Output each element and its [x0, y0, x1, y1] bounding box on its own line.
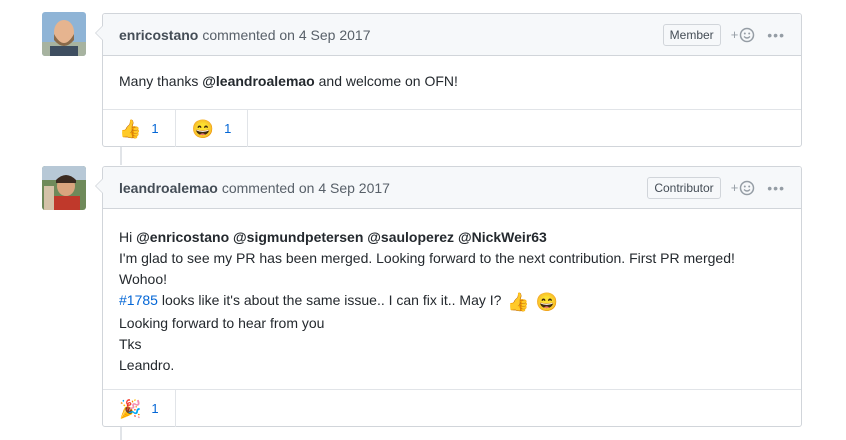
reaction-thumbs-up[interactable]: 👍 1 [103, 110, 176, 147]
reaction-count: 1 [151, 121, 159, 136]
thumbs-up-icon: 👍 [119, 118, 142, 139]
member-badge: Member [662, 23, 721, 46]
user-mention[interactable]: @sauloperez [367, 229, 454, 245]
more-options-icon[interactable]: ••• [767, 27, 785, 43]
reaction-tada[interactable]: 🎉 1 [103, 390, 176, 427]
user-mention[interactable]: @enricostano [136, 229, 229, 245]
smile-icon: 😄 [191, 118, 215, 139]
comment-timestamp[interactable]: commented on 4 Sep 2017 [202, 27, 370, 43]
comment-header: enricostano commented on 4 Sep 2017 Memb… [103, 14, 801, 56]
tada-icon: 🎉 [119, 398, 142, 419]
body-line: I'm glad to see my PR has been merged. L… [119, 250, 735, 266]
contributor-badge: Contributor [647, 176, 721, 199]
smiley-icon [740, 180, 755, 195]
comment-body: Many thanks @leandroalemao and welcome o… [103, 56, 801, 109]
body-line: Leandro. [119, 357, 175, 373]
reaction-count: 1 [151, 401, 159, 416]
reaction-count: 1 [224, 121, 232, 136]
thumbs-up-icon: 👍 [507, 292, 530, 312]
plus-icon: + [730, 27, 739, 42]
comment-body: Hi @enricostano @sigmundpetersen @saulop… [103, 209, 801, 389]
comment-timestamp[interactable]: commented on 4 Sep 2017 [222, 180, 390, 196]
body-text: and welcome on OFN! [314, 73, 458, 89]
more-options-icon[interactable]: ••• [767, 180, 785, 196]
issue-link[interactable]: #1785 [119, 292, 158, 308]
body-line: Tks [119, 336, 142, 352]
reactions-bar: 👍 1 😄 1 [103, 109, 801, 147]
body-line: Looking forward to hear from you [119, 315, 325, 331]
body-line: Hi @enricostano @sigmundpetersen @saulop… [119, 227, 785, 248]
smile-icon: 😄 [535, 292, 559, 312]
comment: leandroalemao commented on 4 Sep 2017 Co… [95, 166, 802, 427]
comment-author[interactable]: leandroalemao [119, 180, 218, 196]
body-text: Many thanks [119, 73, 203, 89]
user-mention[interactable]: @leandroalemao [202, 73, 314, 89]
user-mention[interactable]: @sigmundpetersen [233, 229, 363, 245]
reactions-bar: 🎉 1 [103, 389, 801, 427]
add-reaction-button[interactable]: + [731, 180, 756, 196]
timeline-connector [120, 427, 122, 440]
body-line: Wohoo! [119, 271, 167, 287]
avatar[interactable] [42, 166, 86, 210]
add-reaction-button[interactable]: + [731, 27, 756, 43]
avatar[interactable] [42, 12, 86, 56]
timeline-connector [120, 147, 122, 165]
comment-header: leandroalemao commented on 4 Sep 2017 Co… [103, 167, 801, 209]
comment-author[interactable]: enricostano [119, 27, 198, 43]
body-text: looks like it's about the same issue.. I… [157, 292, 502, 308]
comment: enricostano commented on 4 Sep 2017 Memb… [95, 13, 802, 147]
user-mention[interactable]: @NickWeir63 [458, 229, 547, 245]
body-text: Hi [119, 229, 137, 245]
plus-icon: + [730, 180, 739, 195]
reaction-smile[interactable]: 😄 1 [176, 110, 249, 147]
body-line: #1785 looks like it's about the same iss… [119, 290, 785, 313]
smiley-icon [740, 27, 755, 42]
